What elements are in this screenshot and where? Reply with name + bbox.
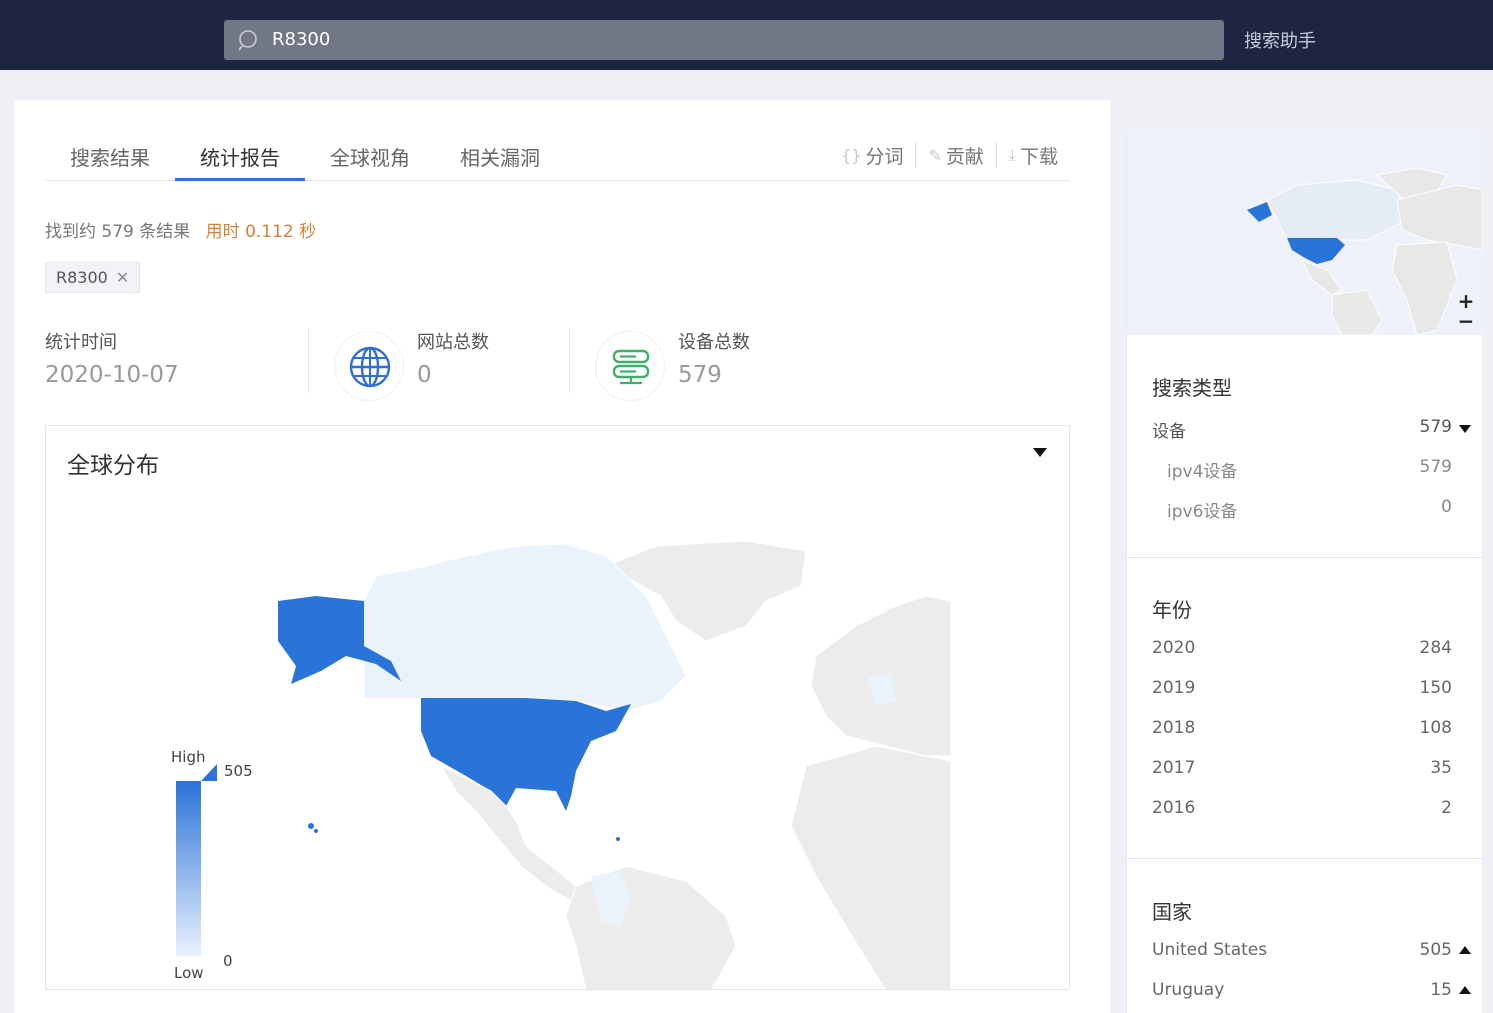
facet-country: 国家 United States 505 Uruguay 15 — [1127, 859, 1483, 1013]
facet-item-count: 505 — [1419, 940, 1452, 960]
facet-year: 年份 2020 284 2019 150 2018 108 2017 35 20… — [1127, 558, 1483, 859]
stat-sites: 网站总数 0 — [417, 328, 489, 393]
facet-item-year[interactable]: 2017 35 — [1152, 758, 1452, 778]
triangle-down-icon[interactable] — [1459, 425, 1471, 433]
facet-item-year[interactable]: 2018 108 — [1152, 718, 1452, 738]
facet-item-ipv4[interactable]: ipv4设备 579 — [1167, 457, 1452, 482]
facet-title: 搜索类型 — [1152, 376, 1232, 400]
facet-item-label: 设备 — [1152, 422, 1186, 442]
triangle-up-icon[interactable] — [1459, 946, 1471, 954]
stat-devices: 设备总数 579 — [678, 328, 750, 393]
global-distribution-card: 全球分布 High 505 Low 0 — [45, 425, 1070, 990]
top-bar: R8300 搜索助手 — [0, 0, 1493, 70]
facet-item-label: Uruguay — [1152, 980, 1225, 1000]
braces-icon: {} — [841, 145, 862, 165]
stat-sites-value: 0 — [417, 362, 432, 388]
toolbar: {} 分词 ✎ 贡献 ⤓ 下载 — [829, 142, 1070, 168]
result-time: 用时 0.112 秒 — [205, 222, 317, 242]
query-tag-label: R8300 — [56, 268, 108, 287]
facet-item-count: 0 — [1441, 497, 1452, 517]
tab-global-view[interactable]: 全球视角 — [305, 142, 435, 181]
facet-item-country[interactable]: Uruguay 15 — [1152, 980, 1471, 1000]
download-button[interactable]: ⤓ 下载 — [995, 142, 1070, 168]
stat-devices-value: 579 — [678, 362, 722, 388]
server-icon — [595, 331, 665, 401]
facet-item-label: ipv4设备 — [1167, 462, 1238, 482]
legend-max-value: 505 — [224, 762, 253, 780]
facet-item-count: 579 — [1419, 457, 1452, 477]
facet-item-label: ipv6设备 — [1167, 502, 1238, 522]
facet-item-year[interactable]: 2020 284 — [1152, 638, 1452, 658]
facet-item-device[interactable]: 设备 579 — [1152, 417, 1471, 442]
facet-item-year[interactable]: 2016 2 — [1152, 798, 1452, 818]
side-panel: + − 搜索类型 设备 579 ipv4设备 579 ipv6设备 0 年份 2… — [1126, 130, 1483, 1013]
map-region-usa — [421, 698, 631, 811]
facet-item-label: 2016 — [1152, 798, 1196, 818]
facet-item-country[interactable]: United States 505 — [1152, 940, 1471, 960]
tokenize-label: 分词 — [865, 145, 904, 168]
facet-title: 年份 — [1152, 598, 1192, 622]
facet-item-label: United States — [1152, 940, 1268, 960]
facet-item-count: 15 — [1430, 980, 1452, 1000]
tokenize-button[interactable]: {} 分词 — [829, 142, 915, 168]
main-panel: 搜索结果 统计报告 全球视角 相关漏洞 {} 分词 ✎ 贡献 ⤓ 下载 找到约 … — [14, 100, 1110, 1013]
map-region-africa — [790, 745, 952, 989]
download-label: 下载 — [1019, 145, 1058, 168]
facet-item-count: 284 — [1419, 638, 1452, 658]
download-icon: ⤓ — [1008, 145, 1016, 164]
divider — [308, 328, 309, 393]
tab-search-results[interactable]: 搜索结果 — [45, 142, 175, 181]
stat-time-label: 统计时间 — [45, 332, 117, 353]
map-region-south-america — [565, 865, 737, 989]
facet-item-count: 150 — [1419, 678, 1452, 698]
search-helper-link[interactable]: 搜索助手 — [1244, 27, 1316, 53]
tab-statistics-report[interactable]: 统计报告 — [175, 142, 305, 181]
facet-item-count: 108 — [1419, 718, 1452, 738]
globe-icon — [334, 331, 404, 401]
mini-map[interactable]: + − — [1127, 130, 1483, 335]
zoom-in-button[interactable]: + — [1457, 291, 1475, 311]
map-region-hawaii — [308, 823, 314, 829]
tab-bar: 搜索结果 统计报告 全球视角 相关漏洞 {} 分词 ✎ 贡献 ⤓ 下载 — [45, 130, 1070, 181]
search-value[interactable]: R8300 — [272, 29, 330, 50]
facet-item-label: 2018 — [1152, 718, 1196, 738]
facet-item-label: 2020 — [1152, 638, 1196, 658]
facet-item-label: 2017 — [1152, 758, 1196, 778]
legend-scale — [176, 781, 201, 956]
result-count: 找到约 579 条结果 — [45, 222, 191, 242]
edit-icon: ✎ — [928, 145, 942, 165]
triangle-up-icon[interactable] — [1459, 986, 1471, 994]
legend-min-value: 0 — [223, 952, 233, 970]
search-icon — [238, 30, 257, 51]
facet-item-count: 2 — [1441, 798, 1452, 818]
result-summary: 找到约 579 条结果 用时 0.112 秒 — [45, 217, 316, 242]
stat-time-value: 2020-10-07 — [45, 362, 179, 388]
stat-sites-label: 网站总数 — [417, 332, 489, 353]
contribute-button[interactable]: ✎ 贡献 — [915, 142, 995, 168]
tab-related-vulnerabilities[interactable]: 相关漏洞 — [435, 142, 565, 181]
stat-devices-label: 设备总数 — [678, 332, 750, 353]
legend-low-label: Low — [174, 964, 204, 982]
facet-item-count: 35 — [1430, 758, 1452, 778]
facet-item-year[interactable]: 2019 150 — [1152, 678, 1452, 698]
stat-time: 统计时间 2020-10-07 — [45, 328, 179, 393]
close-icon[interactable]: ✕ — [116, 268, 129, 287]
contribute-label: 贡献 — [945, 145, 984, 168]
facet-title: 国家 — [1152, 900, 1192, 924]
facet-item-ipv6[interactable]: ipv6设备 0 — [1167, 497, 1452, 522]
zoom-out-button[interactable]: − — [1457, 311, 1475, 331]
facet-item-count: 579 — [1419, 417, 1452, 437]
query-tag: R8300 ✕ — [45, 262, 141, 293]
search-input[interactable]: R8300 — [224, 20, 1224, 60]
legend-handle-high[interactable] — [201, 764, 217, 781]
facet-search-type: 搜索类型 设备 579 ipv4设备 579 ipv6设备 0 — [1127, 335, 1483, 558]
facet-item-label: 2019 — [1152, 678, 1196, 698]
divider — [569, 328, 570, 393]
